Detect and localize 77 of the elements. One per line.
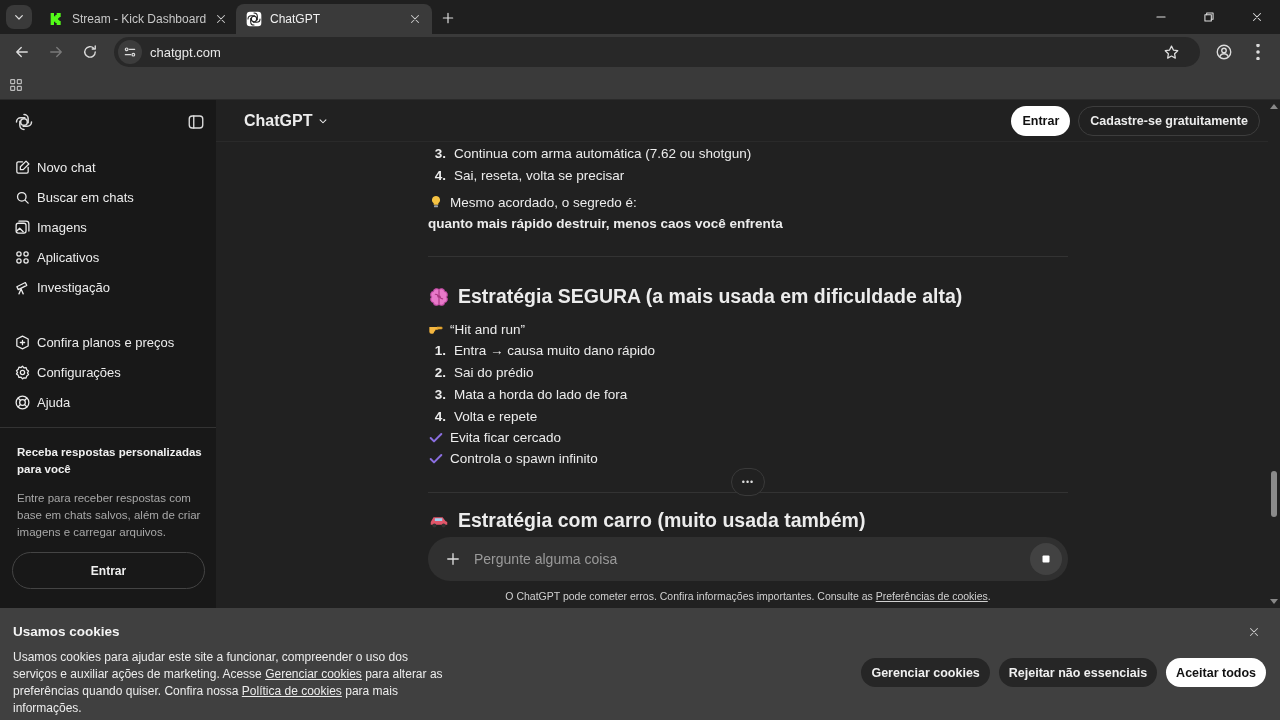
list-item-text: Entra → causa muito dano rápido (454, 342, 656, 358)
scrollbar-thumb[interactable] (1271, 471, 1277, 517)
close-icon (1250, 10, 1264, 24)
more-button[interactable]: ••• (731, 468, 765, 497)
browser-tab[interactable]: ChatGPT (236, 4, 432, 34)
pencil-icon (14, 158, 31, 176)
cookie-preferences-link[interactable]: Preferências de cookies (875, 590, 988, 602)
close-icon (408, 12, 422, 26)
model-selector[interactable]: ChatGPT (236, 107, 339, 134)
cookie-button[interactable]: Rejeitar não essenciais (998, 658, 1158, 687)
logo-icon (14, 112, 34, 132)
section-heading: Estratégia SEGURA (a mais usada em dificuldade alta) (458, 285, 963, 309)
cookie-button[interactable]: Aceitar todos (1166, 658, 1266, 687)
apps-icon (14, 248, 31, 266)
tab-title: Stream - Kick Dashboard (72, 12, 207, 26)
list-item-text: Continua com arma automática (7.62 ou shotgun) (454, 145, 752, 161)
cookie-title: Usamos cookies (13, 624, 121, 639)
chatgpt-icon (246, 11, 262, 27)
url-text: chatgpt.com (150, 44, 221, 60)
message-field[interactable]: Pergunte alguma coisa (428, 537, 1068, 581)
close-icon (1247, 625, 1261, 639)
list-number: 3. (433, 386, 447, 402)
address-bar[interactable]: chatgpt.com (114, 37, 1200, 67)
cookie-link[interactable]: Política de cookies (241, 684, 342, 698)
restore-icon (1202, 10, 1216, 24)
bold-text: quanto mais rápido destruir, menos caos você enfrenta (428, 214, 784, 233)
menu-icon (1256, 44, 1260, 60)
brain-icon (428, 285, 450, 308)
cookie-text: Usamos cookies para ajudar este site a funcionar, compreender o uso dos serviços e auxiliar ações de marketing. Acesse Gerenciar cookies para alterar as preferências quando quiser. Confira nossa Política de cookies para mais informações. (13, 649, 444, 717)
reload-icon (81, 43, 99, 61)
disclaimer-text: O ChatGPT pode cometer erros. Confira informações importantes. Consulte as Preferências de cookies. (505, 590, 991, 602)
sidebar-item[interactable]: Confira planos e preços (6, 327, 210, 357)
sidebar-item[interactable]: Buscar em chats (6, 182, 210, 212)
promo-title: Receba respostas personalizadas para você (17, 445, 203, 477)
sidebar-item[interactable]: Configurações (6, 357, 210, 387)
paragraph-text: Controla o spawn infinito (450, 451, 598, 467)
grid-icon (8, 76, 24, 93)
site-settings-icon (122, 44, 138, 60)
sidebar-item[interactable]: Investigação (6, 272, 210, 302)
plus-icon (444, 550, 462, 568)
paragraph-text: “Hit and run” (450, 321, 526, 337)
sidebar-item[interactable]: Novo chat (6, 152, 210, 182)
sidebar-item[interactable]: Imagens (6, 212, 210, 242)
list-number: 1. (433, 342, 447, 358)
tab-list-button[interactable] (6, 5, 32, 29)
badge-icon (14, 333, 31, 351)
sidebar-item[interactable]: Ajuda (6, 387, 210, 417)
lifebuoy-icon (14, 393, 31, 411)
list-number: 4. (433, 408, 447, 424)
stop-icon (1040, 553, 1052, 565)
section-heading: Estratégia com carro (muito usada também) (458, 509, 866, 533)
list-number: 2. (433, 364, 447, 380)
list-item-text: Mata a horda do lado de fora (454, 386, 628, 402)
paragraph-text: Evita ficar cercado (450, 430, 562, 446)
list-item-text: Sai, reseta, volta se precisar (454, 167, 625, 183)
cookie-link[interactable]: Gerenciar cookies (265, 667, 362, 681)
browser-tab[interactable]: Stream - Kick Dashboard (38, 4, 234, 34)
promo-text: Entre para receber respostas com base em chats salvos, além de criar imagens e carregar arquivos. (17, 491, 202, 540)
cookie-button[interactable]: Gerenciar cookies (861, 658, 990, 687)
list-item-text: Volta e repete (454, 408, 538, 424)
message-input[interactable]: Pergunte alguma coisa (472, 550, 1020, 568)
list-item-text: Sai do prédio (454, 364, 534, 380)
star-icon (1163, 43, 1180, 61)
login-button[interactable]: Entrar (1011, 105, 1071, 136)
images-icon (14, 218, 31, 236)
sidebar-item[interactable]: Aplicativos (6, 242, 210, 272)
profile-icon (1215, 43, 1233, 61)
scroll-up-arrow-icon (1270, 104, 1278, 109)
list-number: 3. (433, 145, 447, 161)
kick-icon (48, 11, 64, 27)
plus-icon (440, 10, 456, 26)
stop-button[interactable] (1030, 543, 1062, 575)
list-number: 4. (433, 167, 447, 183)
settings-icon (14, 363, 31, 381)
paragraph-text: Mesmo acordado, o segredo é: (450, 194, 637, 210)
panel-icon (187, 113, 205, 131)
tab-title: ChatGPT (270, 12, 321, 26)
